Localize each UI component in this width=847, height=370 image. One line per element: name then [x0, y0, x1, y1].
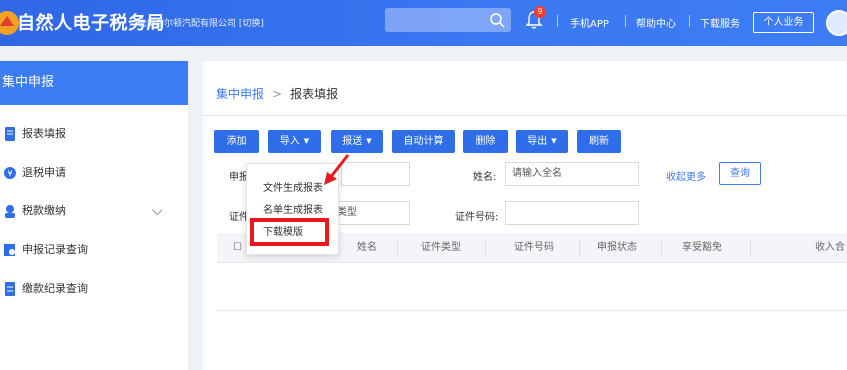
- divider: [557, 15, 558, 27]
- divider: [661, 241, 662, 255]
- cert-type-select[interactable]: 类型: [330, 201, 410, 225]
- collapse-more-link[interactable]: 收起更多: [666, 168, 706, 183]
- submit-button-label: 报送: [342, 136, 363, 147]
- search-input[interactable]: [385, 8, 511, 32]
- divider: [203, 115, 847, 116]
- sidebar-item-report-fill[interactable]: 报表填报: [0, 115, 188, 153]
- import-button-label: 导入: [279, 136, 300, 147]
- sidebar-title[interactable]: 集中申报: [0, 61, 188, 105]
- org-switcher[interactable]: 杭州嘉尔顿汽配有限公司 [切换]: [137, 16, 264, 29]
- sidebar-item-refund[interactable]: ¥ 退税申请: [0, 154, 188, 192]
- name-input[interactable]: 请输入全名: [505, 162, 639, 186]
- breadcrumb-parent-link[interactable]: 集中申报: [216, 87, 264, 101]
- cert-number-input[interactable]: [505, 201, 639, 225]
- name-label: 姓名:: [473, 172, 497, 183]
- column-income: 收入合: [815, 242, 845, 253]
- sidebar: 集中申报 报表填报 ¥ 退税申请 税款缴纳 ⌵ 申报记录查询 缴款纪录查询: [0, 61, 188, 370]
- export-button[interactable]: 导出 ▼: [516, 130, 568, 153]
- personal-business-button[interactable]: 个人业务: [753, 12, 814, 33]
- column-declare-status: 申报状态: [597, 242, 637, 253]
- annotation-arrow-icon: [324, 154, 350, 185]
- highlight-box: [250, 218, 329, 246]
- caret-down-icon: ▼: [366, 137, 372, 145]
- caret-down-icon: ▼: [551, 137, 557, 145]
- sidebar-item-declare-records[interactable]: 申报记录查询: [0, 231, 188, 269]
- divider: [485, 241, 486, 255]
- divider: [625, 15, 626, 27]
- top-bar: 自然人电子税务局 杭州嘉尔顿汽配有限公司 [切换] 9 手机APP 帮助中心 下…: [0, 0, 847, 46]
- column-cert-number: 证件号码: [514, 242, 554, 253]
- sidebar-item-tax-payment[interactable]: 税款缴纳 ⌵: [0, 192, 188, 230]
- sidebar-item-label: 申报记录查询: [22, 243, 88, 256]
- refresh-button[interactable]: 刷新: [577, 130, 621, 153]
- sidebar-item-payment-records[interactable]: 缴款纪录查询: [0, 270, 188, 308]
- svg-text:¥: ¥: [7, 169, 12, 178]
- search-icon[interactable]: [489, 12, 505, 28]
- sidebar-item-label: 缴款纪录查询: [22, 282, 88, 295]
- notification-badge: 9: [534, 6, 546, 18]
- payment-record-icon: [5, 282, 15, 296]
- add-button[interactable]: 添加: [214, 130, 259, 153]
- tax-payment-icon: [5, 205, 15, 218]
- record-icon: [4, 244, 15, 256]
- divider: [397, 241, 398, 255]
- chevron-down-icon[interactable]: ⌵: [152, 192, 163, 230]
- caret-down-icon: ▼: [303, 137, 310, 145]
- download-service-link[interactable]: 下载服务: [700, 15, 740, 30]
- breadcrumb: 集中申报 > 报表填报: [216, 85, 338, 102]
- sidebar-item-label: 税款缴纳: [22, 204, 66, 217]
- column-cert-type: 证件类型: [421, 242, 461, 253]
- export-button-label: 导出: [527, 136, 548, 147]
- query-button[interactable]: 查询: [719, 162, 761, 185]
- cert-number-label: 证件号码:: [455, 212, 499, 223]
- auto-calculate-button[interactable]: 自动计算: [392, 130, 455, 153]
- mobile-app-link[interactable]: 手机APP: [570, 15, 609, 30]
- select-all-checkbox[interactable]: ☐: [233, 233, 242, 263]
- document-icon: [5, 127, 15, 141]
- avatar[interactable]: [826, 10, 847, 36]
- divider: [689, 15, 690, 27]
- breadcrumb-current: 报表填报: [290, 87, 339, 101]
- divider: [579, 241, 580, 255]
- sidebar-item-label: 报表填报: [22, 127, 66, 140]
- import-button[interactable]: 导入 ▼: [268, 130, 321, 153]
- column-name: 姓名: [357, 242, 377, 253]
- column-exemption: 享受豁免: [682, 242, 722, 253]
- sidebar-item-label: 退税申请: [22, 166, 66, 179]
- delete-button[interactable]: 删除: [463, 130, 508, 153]
- table-row: [217, 310, 847, 311]
- refund-icon: ¥: [4, 167, 16, 179]
- breadcrumb-separator: >: [272, 87, 283, 101]
- help-center-link[interactable]: 帮助中心: [636, 15, 676, 30]
- divider: [750, 241, 751, 255]
